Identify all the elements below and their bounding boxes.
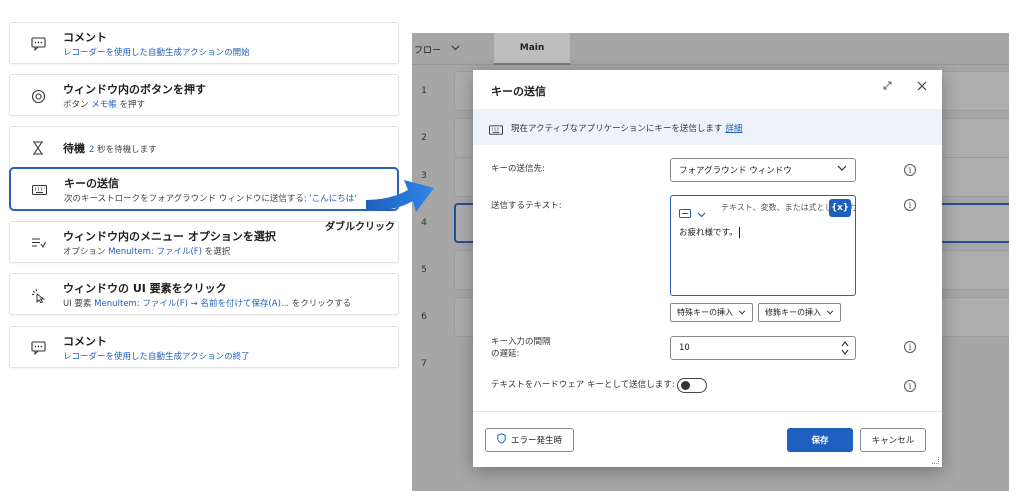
delay-value: 10: [679, 343, 690, 353]
text-mode-toggle: [679, 203, 706, 222]
action-card-comment-start[interactable]: コメント レコーダーを使用した自動生成アクションの開始: [9, 22, 399, 64]
on-error-label: エラー発生時: [510, 436, 562, 446]
close-icon[interactable]: [917, 79, 927, 95]
action-title: コメント: [63, 31, 107, 44]
hardware-keys-toggle[interactable]: [677, 378, 707, 393]
dialog-title: キーの送信: [491, 85, 546, 98]
info-icon[interactable]: i: [904, 380, 916, 392]
action-card-send-keys[interactable]: キーの送信 次のキーストロークをフォアグラウンド ウィンドウに送信する: 'こん…: [9, 167, 399, 211]
insert-special-key-label: 特殊キーの挿入: [677, 308, 733, 317]
tab-subflows[interactable]: フロー: [412, 33, 467, 65]
comment-icon: [30, 340, 46, 356]
chevron-down-icon: [826, 308, 834, 317]
click-icon: [30, 287, 46, 303]
action-title: コメント: [63, 335, 107, 348]
action-subtitle: UI 要素 MenuItem: ファイル(F) → 名前を付けて保存(A)...…: [63, 299, 352, 309]
save-button[interactable]: 保存: [787, 428, 853, 452]
text-value: お疲れ様です。: [679, 228, 738, 238]
target-select-value: フォアグラウンド ウィンドウ: [679, 166, 792, 176]
hardware-keys-label: テキストをハードウェア キーとして送信します:: [491, 380, 675, 390]
expand-icon[interactable]: [883, 81, 892, 93]
insert-special-key-button[interactable]: 特殊キーの挿入: [670, 303, 753, 322]
press-button-icon: [30, 88, 46, 104]
toggle-knob: [681, 381, 690, 390]
text-label: 送信するテキスト:: [491, 201, 562, 211]
row-number: 5: [421, 265, 427, 275]
action-title: ウィンドウ内のメニュー オプションを選択: [63, 230, 276, 243]
menu-select-icon: [30, 235, 46, 251]
row-number: 1: [421, 86, 427, 96]
info-text: 現在アクティブなアプリケーションにキーを送信します 詳細: [511, 124, 743, 134]
keyboard-icon: [489, 120, 503, 139]
action-card-wait[interactable]: 待機 2 秒を待機します: [9, 126, 399, 168]
insert-modifier-key-label: 修飾キーの挿入: [765, 308, 821, 317]
arrow-right-icon: [366, 180, 434, 212]
variable-button[interactable]: {x}: [829, 199, 851, 217]
on-error-button[interactable]: エラー発生時: [485, 428, 574, 452]
keyboard-icon: [31, 182, 47, 198]
action-subtitle: オプション MenuItem: ファイル(F) を選択: [63, 247, 231, 257]
cancel-button[interactable]: キャンセル: [860, 428, 926, 452]
spinner-arrows-icon[interactable]: [841, 340, 849, 358]
chevron-down-icon: [837, 165, 847, 175]
delay-label-line2: の遅延:: [491, 349, 520, 359]
info-icon[interactable]: i: [904, 341, 916, 353]
info-icon[interactable]: i: [904, 199, 916, 211]
action-card-press-button[interactable]: ウィンドウ内のボタンを押す ボタン メモ帳 を押す: [9, 74, 399, 116]
action-card-click-ui[interactable]: ウィンドウの UI 要素をクリック UI 要素 MenuItem: ファイル(F…: [9, 273, 399, 315]
action-subtitle: 次のキーストロークをフォアグラウンド ウィンドウに送信する: 'こんにちは': [64, 194, 357, 204]
delay-label-line1: キー入力の間隔: [491, 337, 551, 347]
footer-divider: [473, 411, 942, 412]
action-subtitle: レコーダーを使用した自動生成アクションの終了: [63, 352, 250, 362]
action-title: ウィンドウの UI 要素をクリック: [63, 282, 227, 295]
tab-main[interactable]: Main: [494, 33, 570, 65]
chevron-down-icon: [738, 308, 746, 317]
action-card-comment-end[interactable]: コメント レコーダーを使用した自動生成アクションの終了: [9, 326, 399, 368]
action-title: ウィンドウ内のボタンを押す: [63, 83, 206, 96]
resize-grip[interactable]: [932, 457, 939, 464]
delay-label: キー入力の間隔 の遅延:: [491, 336, 551, 360]
target-label: キーの送信先:: [491, 164, 545, 174]
action-subtitle: ボタン メモ帳 を押す: [63, 100, 145, 110]
comment-icon: [30, 36, 46, 52]
row-number: 2: [421, 133, 427, 143]
action-title: キーの送信: [64, 177, 119, 190]
delay-stepper[interactable]: 10: [670, 336, 856, 360]
action-list: コメント レコーダーを使用した自動生成アクションの開始 ウィンドウ内のボタンを押…: [0, 0, 402, 501]
action-wait-line: 待機 2 秒を待機します: [63, 142, 157, 155]
chevron-down-icon: [451, 44, 460, 54]
double-click-annotation: ダブルクリック: [325, 222, 395, 233]
chevron-down-icon[interactable]: [697, 203, 706, 222]
info-bar: 現在アクティブなアプリケーションにキーを送信します 詳細: [473, 109, 942, 145]
hourglass-icon: [30, 140, 46, 156]
tab-subflows-label: フロー: [414, 45, 442, 56]
text-to-send-input[interactable]: テキスト、変数、または式として入力 {x} お疲れ様です。: [670, 195, 856, 296]
send-keys-dialog: キーの送信 現在アクティブなアプリケーションにキーを送信します 詳細 キーの送信先…: [473, 70, 942, 467]
shield-icon: [497, 433, 506, 447]
info-icon[interactable]: i: [904, 164, 916, 176]
action-subtitle: レコーダーを使用した自動生成アクションの開始: [63, 48, 250, 58]
row-number: 7: [421, 359, 427, 369]
target-select[interactable]: フォアグラウンド ウィンドウ: [670, 158, 856, 182]
text-mode-icon[interactable]: [679, 203, 691, 222]
insert-modifier-key-button[interactable]: 修飾キーの挿入: [758, 303, 841, 322]
details-link[interactable]: 詳細: [725, 124, 742, 134]
row-number: 6: [421, 312, 427, 322]
